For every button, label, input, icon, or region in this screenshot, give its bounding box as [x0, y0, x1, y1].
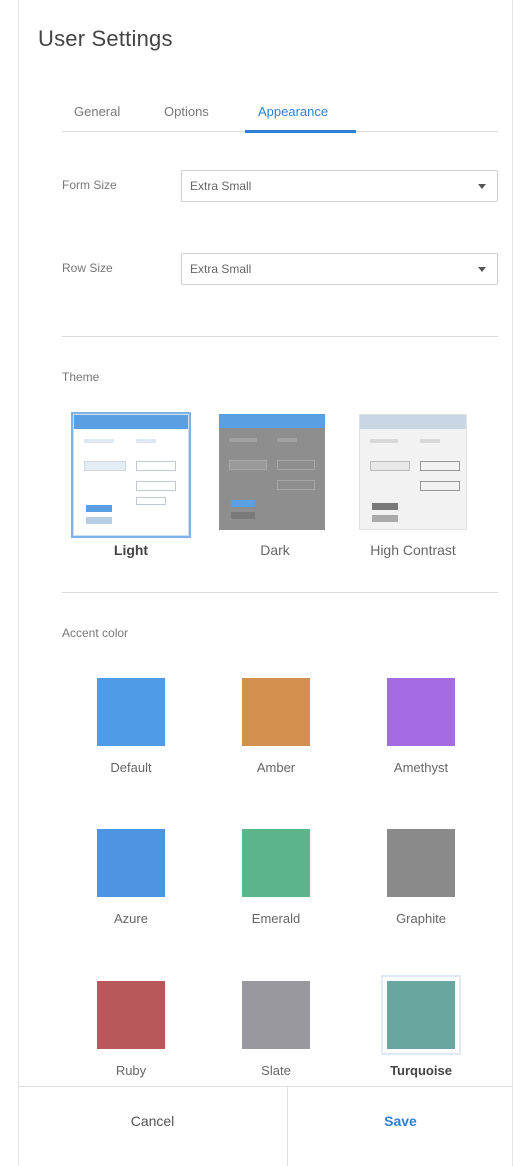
row-size-value: Extra Small: [190, 262, 252, 276]
accent-option-default[interactable]: Default: [86, 678, 176, 788]
color-swatch: [242, 678, 310, 746]
accent-label: Graphite: [396, 911, 446, 926]
accent-label: Slate: [261, 1063, 291, 1078]
chevron-down-icon: [478, 267, 486, 272]
cancel-button[interactable]: Cancel: [18, 1087, 288, 1166]
accent-label: Ruby: [115, 1063, 147, 1078]
accent-option-amber[interactable]: Amber: [231, 678, 321, 788]
chevron-down-icon: [478, 184, 486, 189]
color-swatch: [242, 829, 310, 897]
accent-option-turquoise[interactable]: Turquoise: [376, 975, 466, 1091]
theme-high-contrast-preview: [359, 414, 467, 530]
color-swatch: [387, 829, 455, 897]
accent-label: Turquoise: [390, 1063, 452, 1078]
active-tab-indicator: [245, 130, 356, 133]
accent-label: Amber: [256, 760, 296, 775]
form-size-label: Form Size: [62, 178, 117, 192]
color-swatch: [97, 678, 165, 746]
theme-option-high-contrast[interactable]: High Contrast: [355, 414, 475, 564]
form-size-select[interactable]: Extra Small: [181, 170, 498, 202]
accent-color-label: Accent color: [62, 626, 129, 640]
accent-label: Emerald: [251, 911, 301, 926]
accent-option-slate[interactable]: Slate: [231, 981, 321, 1091]
divider: [62, 336, 498, 337]
theme-label: Theme: [62, 370, 100, 384]
tab-appearance[interactable]: Appearance: [258, 104, 328, 119]
accent-label: Amethyst: [393, 760, 449, 775]
accent-option-amethyst[interactable]: Amethyst: [376, 678, 466, 788]
accent-option-graphite[interactable]: Graphite: [376, 829, 466, 939]
theme-option-light[interactable]: Light: [71, 412, 193, 564]
accent-option-ruby[interactable]: Ruby: [86, 981, 176, 1091]
color-swatch: [387, 678, 455, 746]
tab-options[interactable]: Options: [164, 104, 209, 119]
dialog-footer: Cancel Save: [18, 1086, 513, 1166]
theme-option-dark[interactable]: Dark: [217, 414, 337, 564]
form-size-value: Extra Small: [190, 179, 252, 193]
theme-dark-label: Dark: [260, 542, 290, 558]
theme-high-contrast-label: High Contrast: [370, 542, 456, 558]
page-title: User Settings: [38, 26, 173, 51]
color-swatch: [242, 981, 310, 1049]
tab-bar: General Options Appearance: [62, 96, 498, 133]
color-swatch: [381, 975, 461, 1055]
theme-light-label: Light: [113, 542, 149, 558]
divider: [62, 592, 498, 593]
color-swatch: [97, 981, 165, 1049]
save-button[interactable]: Save: [288, 1087, 513, 1166]
accent-label: Azure: [114, 911, 148, 926]
accent-option-azure[interactable]: Azure: [86, 829, 176, 939]
row-size-label: Row Size: [62, 261, 113, 275]
accent-option-emerald[interactable]: Emerald: [231, 829, 321, 939]
theme-light-preview: [71, 412, 191, 538]
color-swatch: [97, 829, 165, 897]
tab-general[interactable]: General: [74, 104, 120, 119]
row-size-select[interactable]: Extra Small: [181, 253, 498, 285]
accent-label: Default: [110, 760, 152, 775]
theme-dark-preview: [219, 414, 325, 530]
